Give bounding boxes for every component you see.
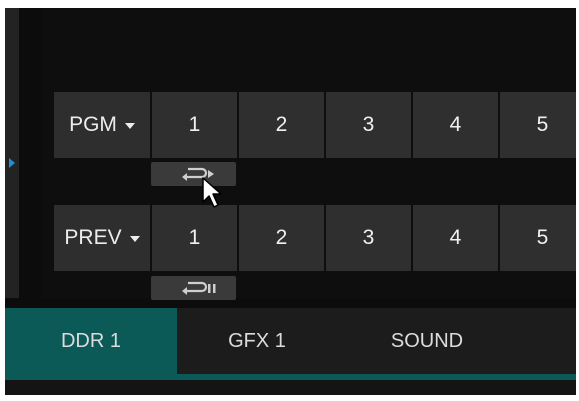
program-source-button-2[interactable]: 2 <box>239 92 324 158</box>
selection-marker-icon <box>9 158 15 168</box>
preview-source-button-2[interactable]: 2 <box>239 205 324 271</box>
program-source-button-4[interactable]: 4 <box>413 92 498 158</box>
source-label: 5 <box>536 113 549 136</box>
source-label: 2 <box>275 113 288 136</box>
loop-pause-icon <box>181 281 215 295</box>
caret-down-icon <box>129 236 140 242</box>
switcher-panel: PGM 1 2 3 4 5 PREV 1 2 3 4 5 DDR 1 GFX 1… <box>5 8 576 395</box>
tab-ddr-1[interactable]: DDR 1 <box>5 308 177 374</box>
source-label: 3 <box>362 226 375 249</box>
tab-sound[interactable]: SOUND <box>337 308 517 374</box>
preview-bus-label: PREV <box>64 226 122 249</box>
source-label: 1 <box>188 113 201 136</box>
program-bus-dropdown[interactable]: PGM <box>54 92 150 158</box>
source-label: 1 <box>188 226 201 249</box>
source-label: 2 <box>275 226 288 249</box>
preview-bus-dropdown[interactable]: PREV <box>54 205 150 271</box>
preview-source-button-3[interactable]: 3 <box>326 205 411 271</box>
left-edge-strip <box>5 8 19 298</box>
preview-bus-row: PREV 1 2 3 4 5 <box>54 205 576 271</box>
source-label: 4 <box>449 226 462 249</box>
bottom-strip <box>5 380 576 395</box>
source-label: 3 <box>362 113 375 136</box>
mouse-pointer-icon <box>202 177 222 208</box>
tab-label: GFX 1 <box>228 329 286 352</box>
media-tab-bar: DDR 1 GFX 1 SOUND <box>5 308 576 374</box>
preview-source-button-1[interactable]: 1 <box>152 205 237 271</box>
tab-label: SOUND <box>390 329 464 352</box>
source-label: 4 <box>449 113 462 136</box>
source-label: 5 <box>536 226 549 249</box>
program-bus-label: PGM <box>69 113 117 136</box>
preview-loop-pause-button[interactable] <box>151 276 236 300</box>
preview-source-button-4[interactable]: 4 <box>413 205 498 271</box>
caret-down-icon <box>124 123 135 129</box>
program-source-button-1[interactable]: 1 <box>152 92 237 158</box>
program-source-button-5[interactable]: 5 <box>500 92 576 158</box>
tab-gfx-1[interactable]: GFX 1 <box>177 308 337 374</box>
program-source-button-3[interactable]: 3 <box>326 92 411 158</box>
tab-label: DDR 1 <box>60 329 121 352</box>
preview-source-button-5[interactable]: 5 <box>500 205 576 271</box>
program-bus-row: PGM 1 2 3 4 5 <box>54 92 576 158</box>
